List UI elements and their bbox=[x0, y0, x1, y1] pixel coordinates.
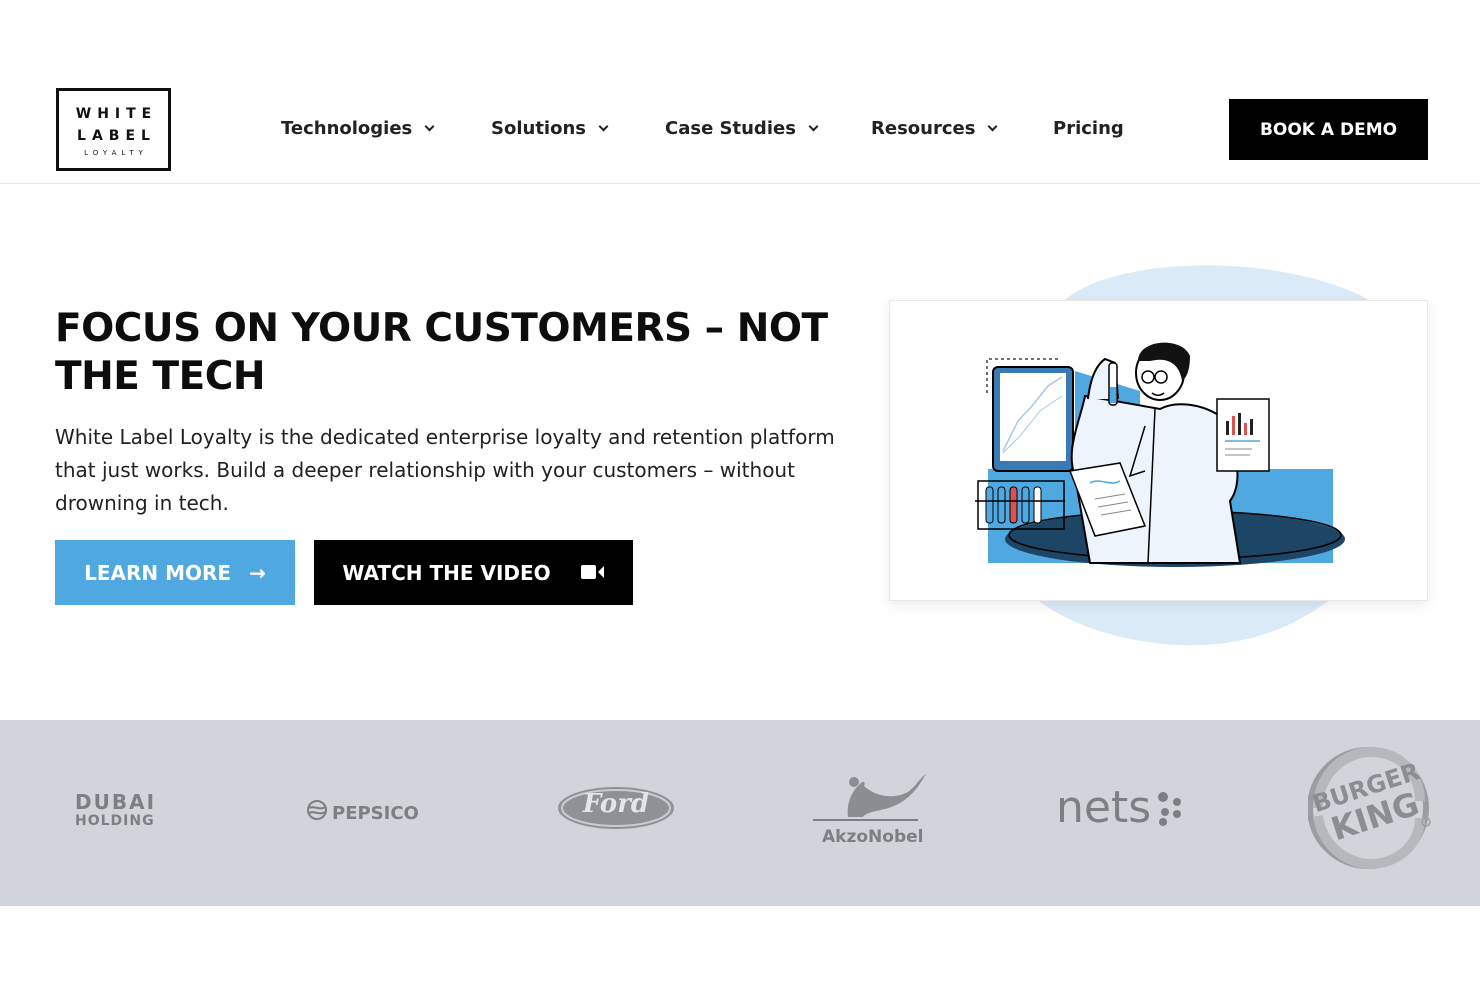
nav-pricing-label: Pricing bbox=[1053, 118, 1124, 139]
client-logos-band bbox=[0, 720, 1480, 906]
site-header: WHITE LABEL LOYALTY Technologies Solutio… bbox=[0, 0, 1480, 184]
book-a-demo-button[interactable]: BOOK A DEMO bbox=[1229, 99, 1428, 160]
nav-case-studies-label: Case Studies bbox=[665, 118, 796, 139]
ford-label: Ford bbox=[582, 789, 650, 819]
nav-solutions-label: Solutions bbox=[491, 118, 586, 139]
chevron-down-icon bbox=[987, 121, 998, 131]
burger-king-logo: BURGER KING bbox=[1307, 746, 1433, 876]
learn-more-label: LEARN MORE bbox=[84, 560, 232, 585]
dubai-logo-line-1: DUBAI bbox=[75, 790, 157, 814]
nav-solutions[interactable]: Solutions bbox=[491, 118, 609, 139]
pepsico-logo: PEPSICO bbox=[306, 795, 419, 824]
watch-video-label: WATCH THE VIDEO bbox=[342, 560, 551, 585]
scientist-illustration bbox=[975, 342, 1345, 567]
pepsico-globe-icon bbox=[307, 799, 327, 820]
nav-resources[interactable]: Resources bbox=[871, 118, 998, 139]
pepsico-label: PEPSICO bbox=[332, 803, 419, 824]
nav-case-studies[interactable]: Case Studies bbox=[665, 118, 819, 139]
dubai-holding-logo: DUBAI HOLDING bbox=[75, 790, 156, 829]
nav-technologies[interactable]: Technologies bbox=[281, 118, 435, 139]
dubai-logo-line-2: HOLDING bbox=[75, 813, 155, 829]
arrow-right-icon: → bbox=[249, 560, 266, 585]
nets-dots-icon bbox=[1158, 791, 1182, 826]
chevron-down-icon bbox=[808, 121, 819, 131]
nav-resources-label: Resources bbox=[871, 118, 976, 139]
hero-description: White Label Loyalty is the dedicated ent… bbox=[55, 425, 835, 515]
video-camera-icon bbox=[580, 561, 605, 585]
logo-line-3: LOYALTY bbox=[84, 148, 148, 157]
nav-pricing[interactable]: Pricing bbox=[1053, 118, 1124, 139]
chevron-down-icon bbox=[598, 121, 609, 131]
learn-more-button[interactable]: LEARN MORE → bbox=[55, 540, 295, 605]
akzonobel-figure-icon bbox=[813, 774, 926, 821]
nets-label: nets bbox=[1056, 782, 1152, 833]
chevron-down-icon bbox=[424, 121, 435, 131]
akzonobel-logo: AkzoNobel bbox=[808, 772, 928, 847]
nav-technologies-label: Technologies bbox=[281, 118, 413, 139]
ford-logo: Ford bbox=[556, 785, 676, 836]
akzonobel-label: AkzoNobel bbox=[822, 827, 924, 847]
hero-title: FOCUS ON YOUR CUSTOMERS – NOT THE TECH bbox=[55, 306, 828, 399]
watch-video-button[interactable]: WATCH THE VIDEO bbox=[314, 540, 633, 605]
nets-logo: nets bbox=[1056, 782, 1183, 833]
hero-illustration-card bbox=[889, 300, 1428, 601]
